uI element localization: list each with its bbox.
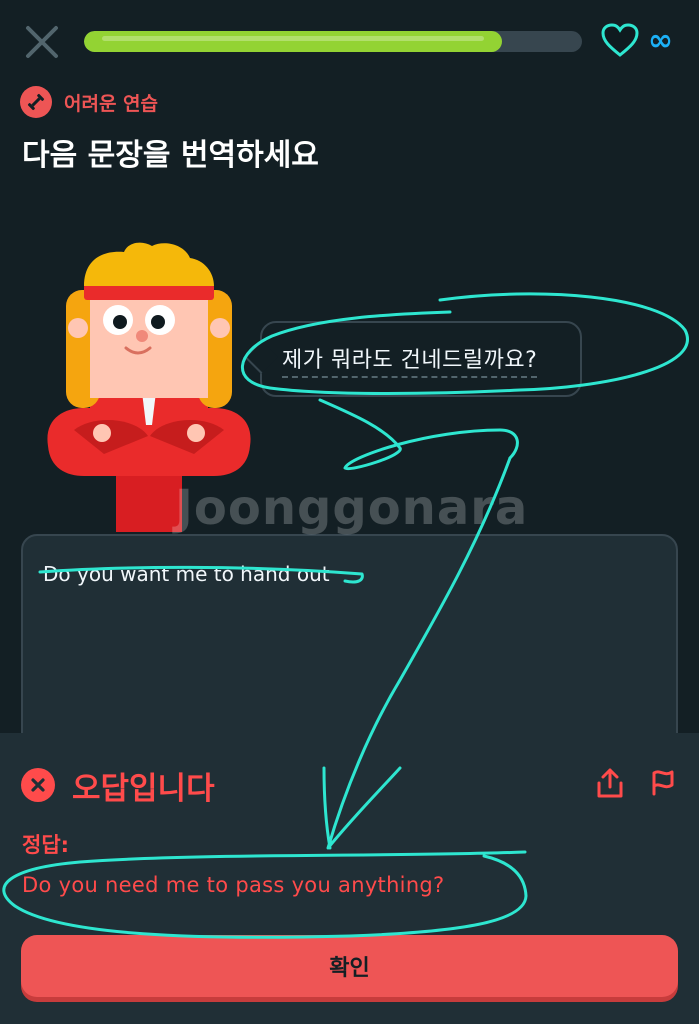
watermark: Joonggonara [175, 480, 529, 536]
feedback-title: 오답입니다 [72, 771, 215, 807]
correct-answer-label: 정답: [22, 833, 70, 857]
report-button[interactable] [648, 767, 676, 797]
badge-label: 어려운 연습 [64, 92, 159, 115]
instruction-title: 다음 문장을 번역하세요 [22, 138, 319, 173]
flag-icon [652, 770, 674, 796]
arrow-loop-mark [318, 398, 519, 471]
hard-exercise-badge: 어려운 연습 [20, 86, 158, 118]
lesson-progress-bar [84, 31, 582, 52]
close-button[interactable] [22, 22, 62, 62]
share-icon [597, 768, 623, 798]
heart-icon [601, 23, 639, 57]
user-answer-text: Do you want me to hand out [43, 562, 330, 586]
share-button[interactable] [596, 767, 624, 799]
hearts-value: ∞ [648, 23, 673, 58]
error-icon [21, 768, 55, 802]
feedback-panel: 오답입니다 정답: Do you need me to pass you any… [0, 733, 699, 1024]
correct-answer-text: Do you need me to pass you anything? [22, 873, 445, 897]
dumbbell-icon [20, 86, 52, 118]
prompt-speech-bubble: 제가 뭐라도 건네드릴까요? [244, 321, 582, 397]
prompt-sentence[interactable]: 제가 뭐라도 건네드릴까요? [282, 342, 538, 378]
close-icon [26, 26, 58, 58]
top-bar: ∞ [0, 0, 699, 84]
confirm-button[interactable]: 확인 [21, 935, 678, 997]
progress-fill [84, 31, 503, 52]
hearts-counter[interactable]: ∞ [600, 22, 690, 62]
